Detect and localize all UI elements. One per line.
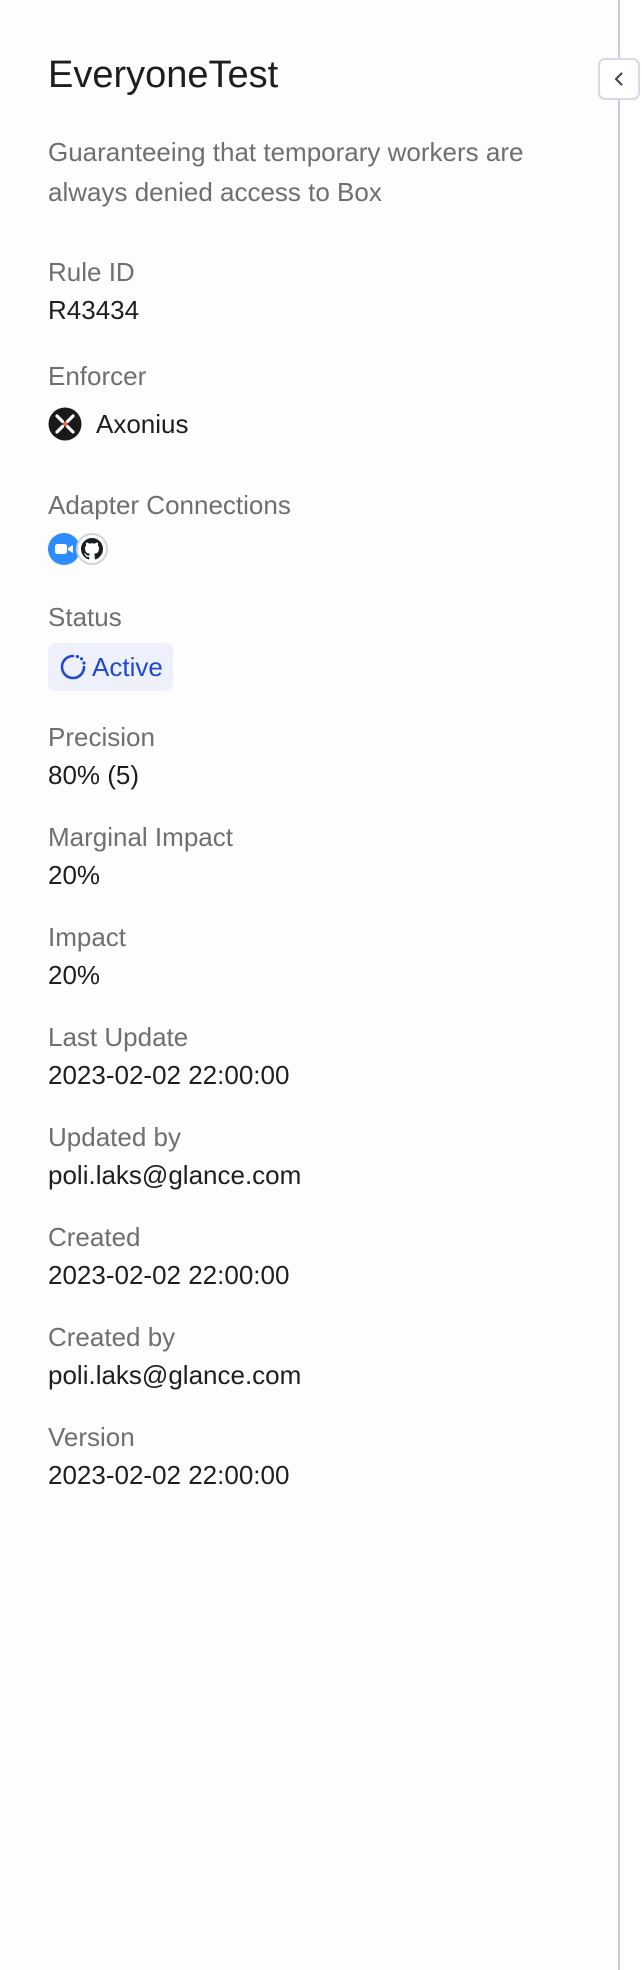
field-created: Created 2023-02-02 22:00:00 xyxy=(48,1219,568,1293)
field-marginal-impact: Marginal Impact 20% xyxy=(48,819,568,893)
status-label: Status xyxy=(48,602,122,632)
created-by-label: Created by xyxy=(48,1322,176,1352)
rule-details-panel: EveryoneTest Guaranteeing that temporary… xyxy=(0,0,620,1970)
field-precision: Precision 80% (5) xyxy=(48,719,568,793)
precision-value: 80% (5) xyxy=(48,760,140,790)
enforcer-row: Axonius xyxy=(48,401,568,447)
adapter-icons xyxy=(48,529,568,569)
rule-title: EveryoneTest xyxy=(48,54,279,96)
field-updated-by: Updated by poli.laks@glance.com xyxy=(48,1119,568,1193)
field-created-by: Created by poli.laks@glance.com xyxy=(48,1319,568,1393)
created-by-value: poli.laks@glance.com xyxy=(48,1360,302,1390)
spinner-icon xyxy=(58,652,88,682)
impact-label: Impact xyxy=(48,922,127,952)
last-update-value: 2023-02-02 22:00:00 xyxy=(48,1060,290,1090)
last-update-label: Last Update xyxy=(48,1022,189,1052)
field-rule-id: Rule ID R43434 xyxy=(48,254,568,328)
enforcer-name: Axonius xyxy=(96,408,189,439)
rule-id-label: Rule ID xyxy=(48,257,135,287)
status-badge: Active xyxy=(48,643,173,691)
field-enforcer: Enforcer Axonius xyxy=(48,358,568,447)
rule-description: Guaranteeing that temporary workers are … xyxy=(48,137,524,207)
status-text: Active xyxy=(92,651,163,682)
rule-id-value: R43434 xyxy=(48,295,140,325)
adapter-connections-label: Adapter Connections xyxy=(48,490,291,520)
updated-by-label: Updated by xyxy=(48,1122,181,1152)
created-label: Created xyxy=(48,1222,141,1252)
version-value: 2023-02-02 22:00:00 xyxy=(48,1460,290,1490)
impact-value: 20% xyxy=(48,960,101,990)
marginal-impact-label: Marginal Impact xyxy=(48,822,233,852)
field-status: Status Active xyxy=(48,599,568,691)
created-value: 2023-02-02 22:00:00 xyxy=(48,1260,290,1290)
enforcer-label: Enforcer xyxy=(48,361,147,391)
field-version: Version 2023-02-02 22:00:00 xyxy=(48,1419,568,1493)
field-impact: Impact 20% xyxy=(48,919,568,993)
version-label: Version xyxy=(48,1422,135,1452)
field-adapter-connections: Adapter Connections xyxy=(48,487,568,569)
updated-by-value: poli.laks@glance.com xyxy=(48,1160,302,1190)
precision-label: Precision xyxy=(48,722,155,752)
rule-details-content: EveryoneTest Guaranteeing that temporary… xyxy=(48,48,568,1493)
github-icon[interactable] xyxy=(76,533,108,565)
chevron-left-icon xyxy=(610,70,628,88)
field-last-update: Last Update 2023-02-02 22:00:00 xyxy=(48,1019,568,1093)
axonius-logo-icon xyxy=(48,407,82,441)
collapse-panel-button[interactable] xyxy=(598,58,640,100)
marginal-impact-value: 20% xyxy=(48,860,101,890)
